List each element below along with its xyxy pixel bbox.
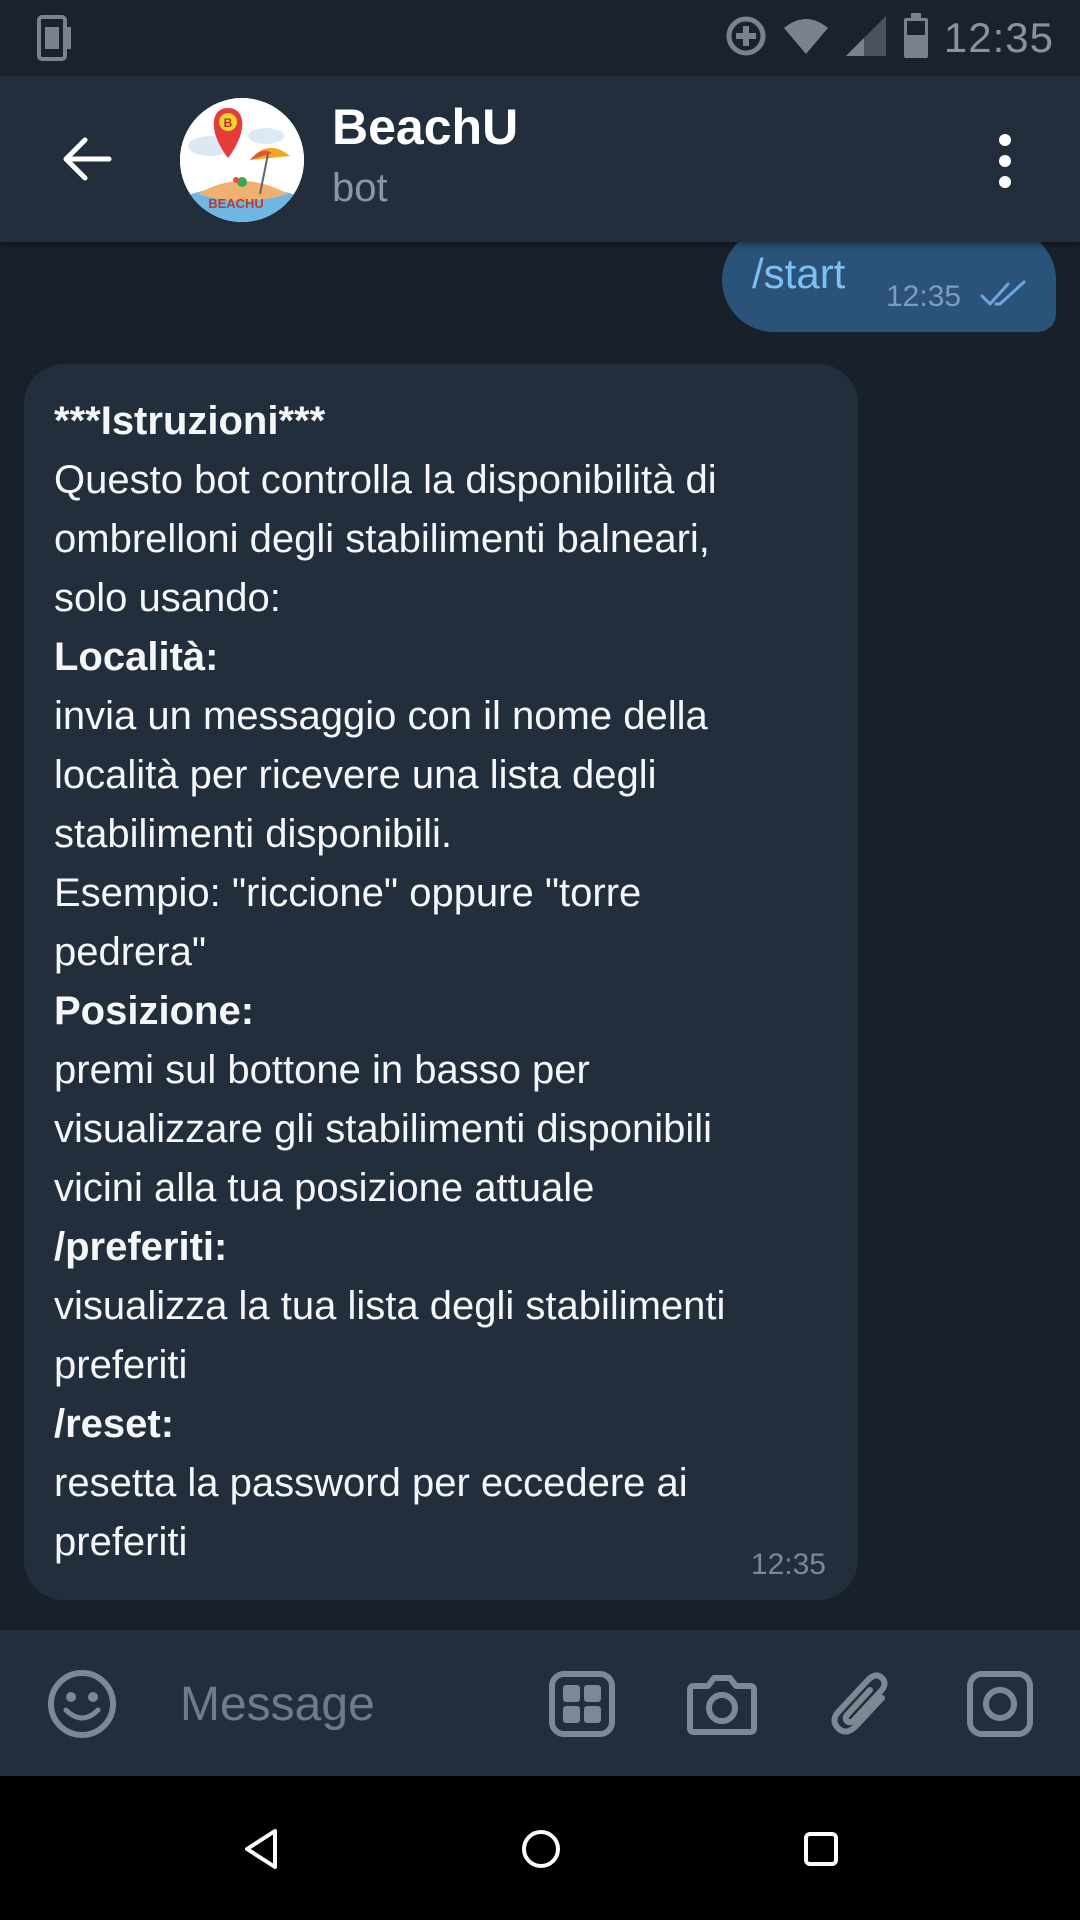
message-input[interactable] [180, 1672, 520, 1736]
message-line: preferiti [54, 1520, 188, 1564]
message-input-bar [0, 1630, 1080, 1776]
attach-button[interactable] [826, 1668, 898, 1740]
signal-icon [844, 14, 888, 63]
message-line: vicini alla tua posizione attuale [54, 1166, 595, 1210]
phone-vibrate-icon [36, 13, 74, 63]
outgoing-message[interactable]: /start 12:35 [722, 242, 1056, 332]
system-nav-bar [0, 1776, 1080, 1920]
message-line: ombrelloni degli stabilimenti balneari, [54, 517, 710, 561]
bot-commands-icon [549, 1671, 615, 1737]
svg-text:BEACHU: BEACHU [208, 196, 264, 211]
chat-title[interactable]: BeachU [332, 98, 518, 156]
outgoing-message-text[interactable]: /start [752, 250, 845, 298]
nav-back-button[interactable] [226, 1814, 296, 1884]
bot-commands-button[interactable] [546, 1668, 618, 1740]
chat-subtitle: bot [332, 166, 388, 210]
message-line: pedrera" [54, 930, 207, 974]
command-link[interactable]: /reset: [54, 1395, 844, 1454]
chat-header: B BEACHU BeachU bot [0, 76, 1080, 242]
wifi-icon [782, 14, 830, 63]
incoming-message-text[interactable]: ***Istruzioni*** Questo bot controlla la… [54, 392, 844, 1572]
nav-home-button[interactable] [506, 1814, 576, 1884]
nav-recents-button[interactable] [786, 1814, 856, 1884]
emoji-icon [48, 1670, 116, 1738]
dot [999, 134, 1011, 146]
svg-text:B: B [224, 116, 233, 130]
back-button[interactable] [52, 124, 122, 194]
circle-home-icon [522, 1830, 560, 1868]
chat-area[interactable]: /start 12:35 ***Istruzioni*** Questo bot… [0, 242, 1080, 1630]
outgoing-message-time: 12:35 [886, 280, 962, 313]
emoji-button[interactable] [46, 1668, 118, 1740]
message-line: invia un messaggio con il nome della [54, 694, 708, 738]
message-line: Posizione: [54, 989, 255, 1033]
message-line: località per ricevere una lista degli [54, 753, 657, 797]
message-line: stabilimenti disponibili. [54, 812, 452, 856]
dot [999, 155, 1011, 167]
arrow-left-icon [63, 137, 112, 181]
message-line: visualizzare gli stabilimenti disponibil… [54, 1107, 713, 1151]
square-recents-icon [804, 1832, 838, 1866]
data-saver-icon [724, 14, 768, 63]
message-line: premi sul bottone in basso per [54, 1048, 590, 1092]
message-line: solo usando: [54, 576, 281, 620]
camera-button[interactable] [686, 1668, 758, 1740]
message-line: Esempio: "riccione" oppure "torre [54, 871, 642, 915]
message-line: resetta la password per eccedere ai [54, 1461, 688, 1505]
incoming-message[interactable]: ***Istruzioni*** Questo bot controlla la… [24, 364, 858, 1600]
message-line: Questo bot controlla la disponibilità di [54, 458, 717, 502]
attach-icon [831, 1672, 888, 1735]
avatar[interactable]: B BEACHU [180, 98, 304, 222]
message-line: Località: [54, 635, 219, 679]
dot [999, 176, 1011, 188]
double-check-icon [980, 280, 1028, 315]
message-line: ***Istruzioni*** [54, 399, 326, 443]
more-options-button[interactable] [990, 126, 1020, 196]
beachu-logo: B BEACHU [180, 98, 304, 222]
message-line: visualizza la tua lista degli stabilimen… [54, 1284, 726, 1328]
incoming-message-time: 12:35 [750, 1548, 826, 1581]
battery-icon [902, 12, 930, 64]
camera-icon [687, 1675, 757, 1735]
triangle-back-icon [245, 1829, 277, 1869]
status-time: 12:35 [943, 14, 1054, 61]
instagram-icon [967, 1671, 1033, 1737]
command-link[interactable]: /preferiti: [54, 1218, 844, 1277]
status-bar: 12:35 [0, 0, 1080, 76]
message-line: preferiti [54, 1343, 188, 1387]
instagram-button[interactable] [964, 1668, 1036, 1740]
